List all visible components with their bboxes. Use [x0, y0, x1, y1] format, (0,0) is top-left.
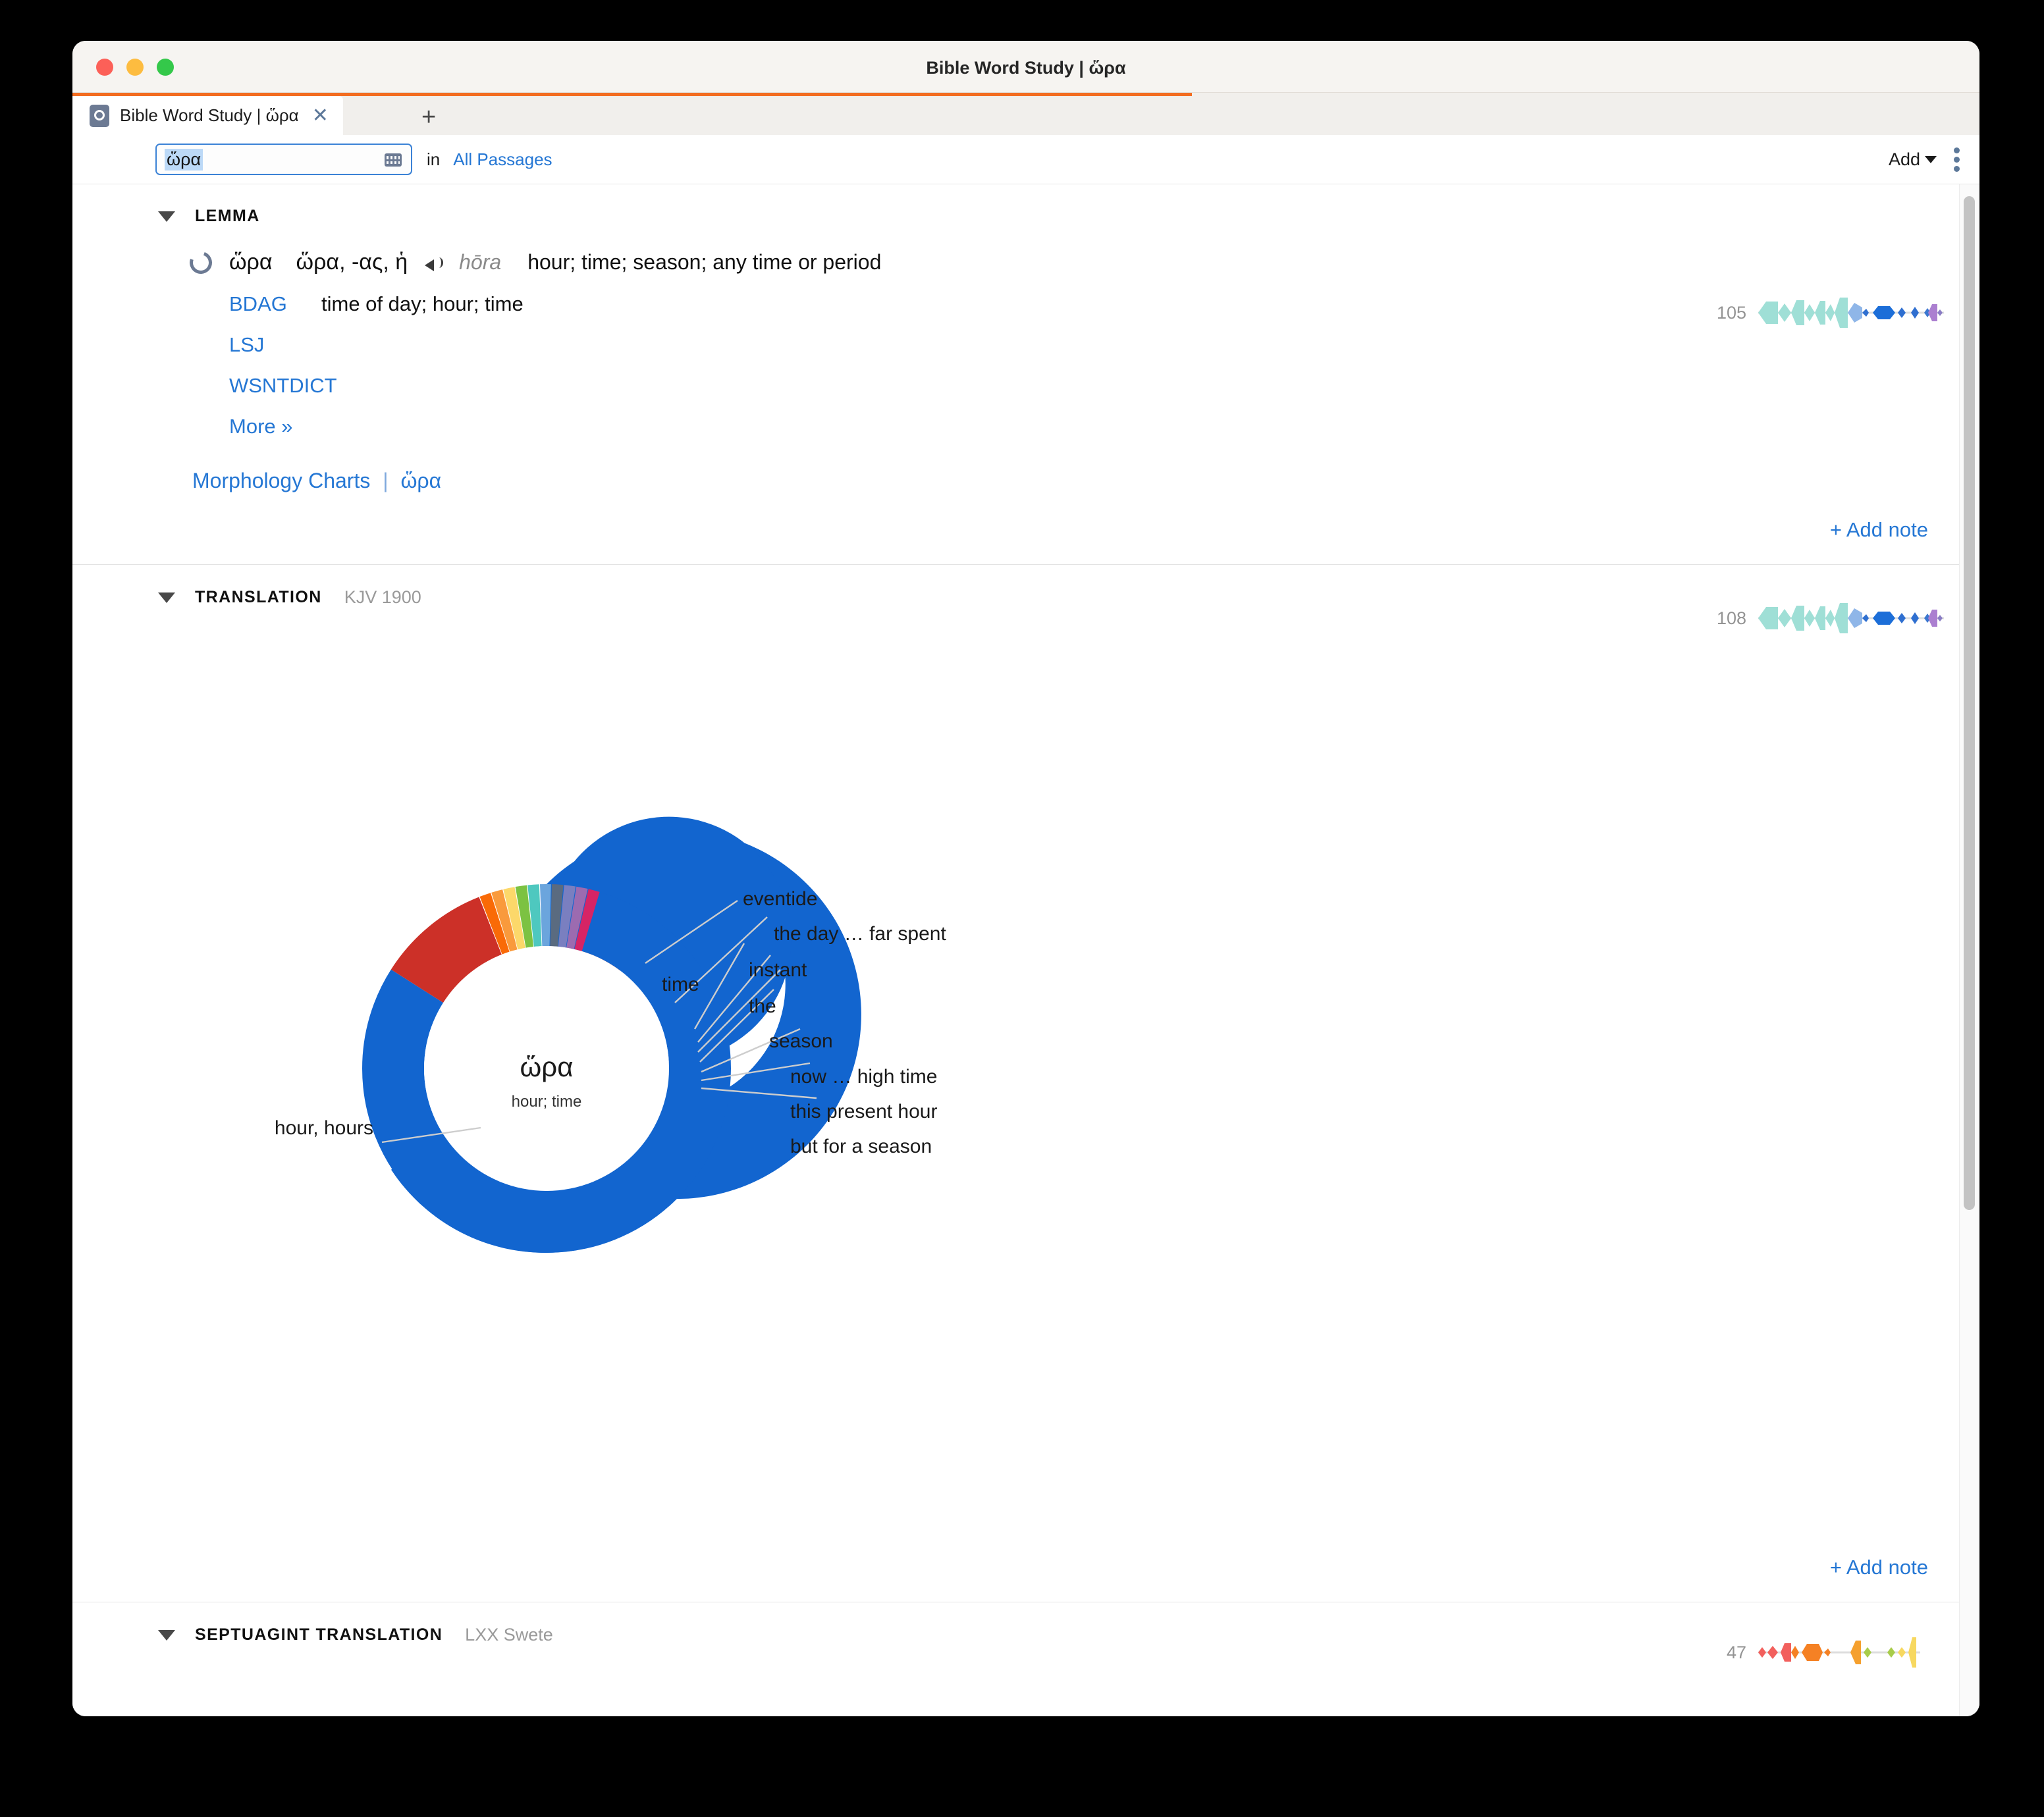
keyboard-icon[interactable] — [385, 153, 402, 167]
septuagint-section-version: LXX Swete — [465, 1625, 553, 1645]
search-input[interactable]: ὥρα — [155, 144, 412, 175]
window-titlebar: Bible Word Study | ὥρα — [72, 41, 1979, 93]
app-window: Bible Word Study | ὥρα Bible Word Study … — [72, 41, 1979, 1716]
dictionary-row-lsj: LSJ — [72, 333, 1979, 357]
dictionary-row-bdag: BDAG time of day; hour; time — [72, 292, 1979, 316]
donut-label-eventide: eventide — [743, 888, 817, 910]
septuagint-section-header: SEPTUAGINT TRANSLATION LXX Swete — [72, 1602, 1979, 1645]
app-favicon-icon — [90, 104, 109, 127]
lemma-section-title: LEMMA — [195, 207, 260, 225]
donut-label-season: season — [769, 1030, 833, 1052]
section-translation: TRANSLATION KJV 1900 108 ὥρα hour; time … — [72, 565, 1979, 1602]
lemma-headword-row: ὥρα ὥρα, -ας, ἡ hōra hour; time; season;… — [72, 247, 1979, 278]
lemma-transliteration: hōra — [459, 250, 502, 274]
donut-label-hour-hours: hour, hours — [275, 1117, 373, 1139]
dictionary-link-wsntdict[interactable]: WSNTDICT — [229, 374, 337, 398]
close-tab-icon[interactable]: ✕ — [312, 105, 329, 126]
donut-label-but-for-a-season: but for a season — [790, 1136, 932, 1157]
collapse-triangle-icon[interactable] — [158, 592, 175, 603]
dictionary-link-lsj[interactable]: LSJ — [229, 333, 321, 357]
vertical-scrollbar-track[interactable] — [1959, 184, 1979, 1716]
lxx-donut-svg: ὥρα season; any time or period n — [72, 1645, 1943, 1716]
morphology-word-link[interactable]: ὥρα — [400, 469, 441, 492]
donut-label-this-present-hour: this present hour — [790, 1101, 937, 1122]
lemma-distribution-sparkline[interactable]: 105 — [1717, 295, 1947, 330]
tab-label: Bible Word Study | ὥρα — [120, 105, 299, 125]
kebab-menu-icon[interactable] — [1954, 147, 1960, 172]
translation-section-header: TRANSLATION KJV 1900 — [72, 565, 1979, 608]
translation-section-version: KJV 1900 — [344, 587, 421, 607]
sparkline-graphic — [1758, 298, 1944, 328]
add-button-label: Add — [1888, 149, 1920, 169]
septuagint-donut-chart: ὥρα season; any time or period n — [72, 1645, 1979, 1716]
search-scope-prefix: in — [427, 149, 441, 169]
section-lemma: LEMMA ὥρα ὥρα, -ας, ἡ hōra hour; time; s… — [72, 184, 1979, 565]
new-tab-icon[interactable]: + — [421, 105, 436, 130]
content-scroll-area: LEMMA ὥρα ὥρα, -ας, ἡ hōra hour; time; s… — [72, 184, 1979, 1716]
morphology-charts-link[interactable]: Morphology Charts — [192, 469, 370, 492]
dictionary-row-wsntdict: WSNTDICT — [72, 374, 1979, 398]
search-input-value: ὥρα — [165, 148, 203, 171]
septuagint-section-title: SEPTUAGINT TRANSLATION — [195, 1625, 443, 1644]
refresh-icon[interactable] — [186, 247, 216, 278]
collapse-triangle-icon[interactable] — [158, 211, 175, 222]
donut-label-instant: instant — [749, 959, 807, 981]
dictionary-link-bdag[interactable]: BDAG — [229, 292, 321, 316]
lemma-greek: ὥρα — [229, 250, 273, 275]
dictionary-row-more: More » — [72, 415, 1979, 438]
lemma-form: ὥρα, -ας, ἡ — [296, 250, 408, 275]
vertical-scrollbar-thumb[interactable] — [1964, 196, 1975, 1210]
window-title: Bible Word Study | ὥρα — [926, 58, 1126, 78]
collapse-triangle-icon[interactable] — [158, 1629, 175, 1641]
more-dictionaries-link[interactable]: More » — [229, 415, 292, 438]
donut-label-time: time — [662, 974, 699, 995]
lemma-gloss: hour; time; season; any time or period — [527, 250, 882, 274]
search-bar-actions: Add — [1889, 147, 1960, 172]
tab-strip: Bible Word Study | ὥρα ✕ + — [72, 93, 1979, 135]
tab-bible-word-study[interactable]: Bible Word Study | ὥρα ✕ — [72, 96, 343, 135]
add-button[interactable]: Add — [1889, 149, 1937, 170]
search-bar: ὥρα in All Passages Add — [72, 135, 1979, 184]
donut-center-word: ὥρα — [520, 1051, 574, 1082]
speaker-icon[interactable] — [425, 257, 444, 271]
dictionary-gloss-bdag: time of day; hour; time — [321, 292, 524, 315]
donut-label-the: the — [749, 995, 776, 1017]
search-scope-link[interactable]: All Passages — [453, 149, 552, 170]
screen: Bible Word Study | ὥρα Bible Word Study … — [0, 0, 2044, 1817]
lemma-hit-count: 105 — [1716, 302, 1746, 323]
translation-section-title: TRANSLATION — [195, 588, 322, 606]
donut-label-now-high-time: now … high time — [790, 1066, 937, 1088]
chevron-down-icon — [1925, 155, 1937, 163]
lemma-section-header: LEMMA — [72, 184, 1979, 226]
section-septuagint: SEPTUAGINT TRANSLATION LXX Swete 47 — [72, 1602, 1979, 1716]
translation-donut-chart: ὥρα hour; time eventide the day … far sp… — [72, 608, 1979, 1595]
lemma-add-note-button[interactable]: + Add note — [72, 518, 1979, 542]
donut-center-gloss: hour; time — [512, 1093, 582, 1111]
morphology-row: Morphology Charts | ὥρα — [72, 469, 1979, 493]
morphology-separator: | — [383, 469, 389, 492]
donut-label-day-far-spent: the day … far spent — [774, 923, 946, 945]
kjv-donut-svg: ὥρα hour; time eventide the day … far sp… — [275, 816, 946, 1253]
